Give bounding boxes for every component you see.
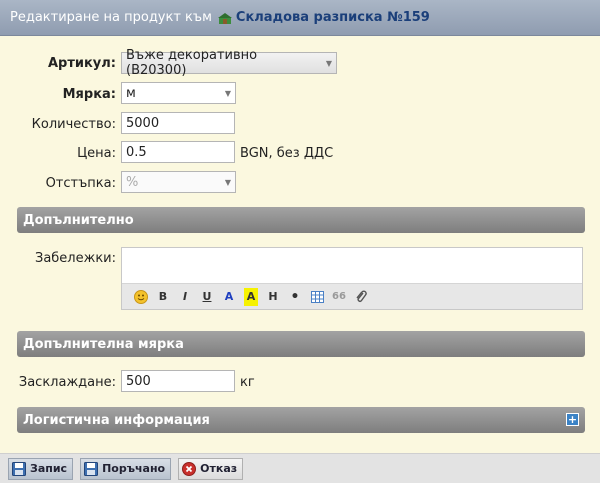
chevron-down-icon: ▼ bbox=[224, 88, 231, 98]
editor-toolbar: B I U A A H • 66 bbox=[122, 283, 582, 309]
highlight-button[interactable]: A bbox=[244, 287, 258, 306]
document-link[interactable]: Складова разписка №159 bbox=[236, 10, 430, 25]
unit-value: м bbox=[126, 85, 136, 101]
discount-placeholder: % bbox=[126, 174, 139, 190]
expand-plus-icon[interactable]: + bbox=[566, 413, 579, 426]
floppy-disk-icon bbox=[84, 461, 99, 476]
attachment-icon[interactable] bbox=[350, 288, 372, 306]
price-input[interactable] bbox=[121, 141, 235, 163]
packing-input[interactable] bbox=[121, 370, 235, 392]
notes-label: Забележки: bbox=[34, 251, 116, 266]
ordered-label: Поръчано bbox=[102, 462, 166, 475]
dialog-body: Артикул: Въже декоративно (B20300) ▼ Мяр… bbox=[0, 36, 600, 453]
cancel-icon bbox=[182, 461, 197, 476]
section-extra-unit-header[interactable]: Допълнителна мярка bbox=[17, 331, 585, 357]
section-additional-header[interactable]: Допълнително bbox=[17, 207, 585, 233]
cancel-button[interactable]: Отказ bbox=[178, 457, 244, 480]
quantity-label: Количество: bbox=[31, 117, 116, 132]
underline-button[interactable]: U bbox=[196, 288, 218, 306]
ordered-button[interactable]: Поръчано bbox=[80, 457, 172, 480]
chevron-down-icon: ▼ bbox=[224, 177, 231, 187]
discount-label: Отстъпка: bbox=[45, 176, 116, 191]
packing-label: Засклаждане: bbox=[18, 375, 116, 390]
smiley-icon[interactable] bbox=[130, 288, 152, 306]
section-logistics-title: Логистична информация bbox=[23, 412, 210, 428]
unit-select[interactable]: м ▼ bbox=[121, 82, 236, 104]
save-label: Запис bbox=[30, 462, 68, 475]
heading-button[interactable]: H bbox=[262, 288, 284, 306]
cancel-label: Отказ bbox=[200, 462, 238, 475]
discount-select[interactable]: % ▼ bbox=[121, 171, 236, 193]
section-extra-unit-title: Допълнителна мярка bbox=[23, 336, 184, 352]
text-color-button[interactable]: A bbox=[218, 288, 240, 306]
italic-button[interactable]: I bbox=[174, 288, 196, 306]
section-logistics-header[interactable]: Логистична информация + bbox=[17, 407, 585, 433]
quote-button[interactable]: 66 bbox=[328, 288, 350, 306]
price-currency-note: BGN, без ДДС bbox=[240, 146, 334, 161]
quantity-input[interactable] bbox=[121, 112, 235, 134]
chevron-down-icon: ▼ bbox=[325, 58, 332, 68]
save-button[interactable]: Запис bbox=[8, 457, 74, 480]
dialog-footer: Запис Поръчано Отказ bbox=[0, 453, 600, 483]
price-label: Цена: bbox=[77, 146, 116, 161]
article-value: Въже декоративно (B20300) bbox=[126, 48, 258, 78]
section-additional-title: Допълнително bbox=[23, 212, 134, 228]
notes-textarea[interactable] bbox=[122, 248, 582, 284]
article-label: Артикул: bbox=[47, 56, 116, 71]
article-select[interactable]: Въже декоративно (B20300) ▼ bbox=[121, 48, 337, 78]
warehouse-icon bbox=[217, 13, 232, 24]
notes-editor: B I U A A H • 66 bbox=[121, 247, 583, 310]
bullet-list-button[interactable]: • bbox=[284, 288, 306, 306]
bold-button[interactable]: B bbox=[152, 288, 174, 306]
dialog-title: Редактиране на продукт към bbox=[10, 10, 212, 25]
table-icon[interactable] bbox=[306, 288, 328, 306]
unit-label: Мярка: bbox=[62, 87, 116, 102]
packing-unit: кг bbox=[240, 375, 255, 390]
dialog-titlebar: Редактиране на продукт към Складова разп… bbox=[0, 0, 600, 36]
floppy-disk-icon bbox=[12, 461, 26, 476]
